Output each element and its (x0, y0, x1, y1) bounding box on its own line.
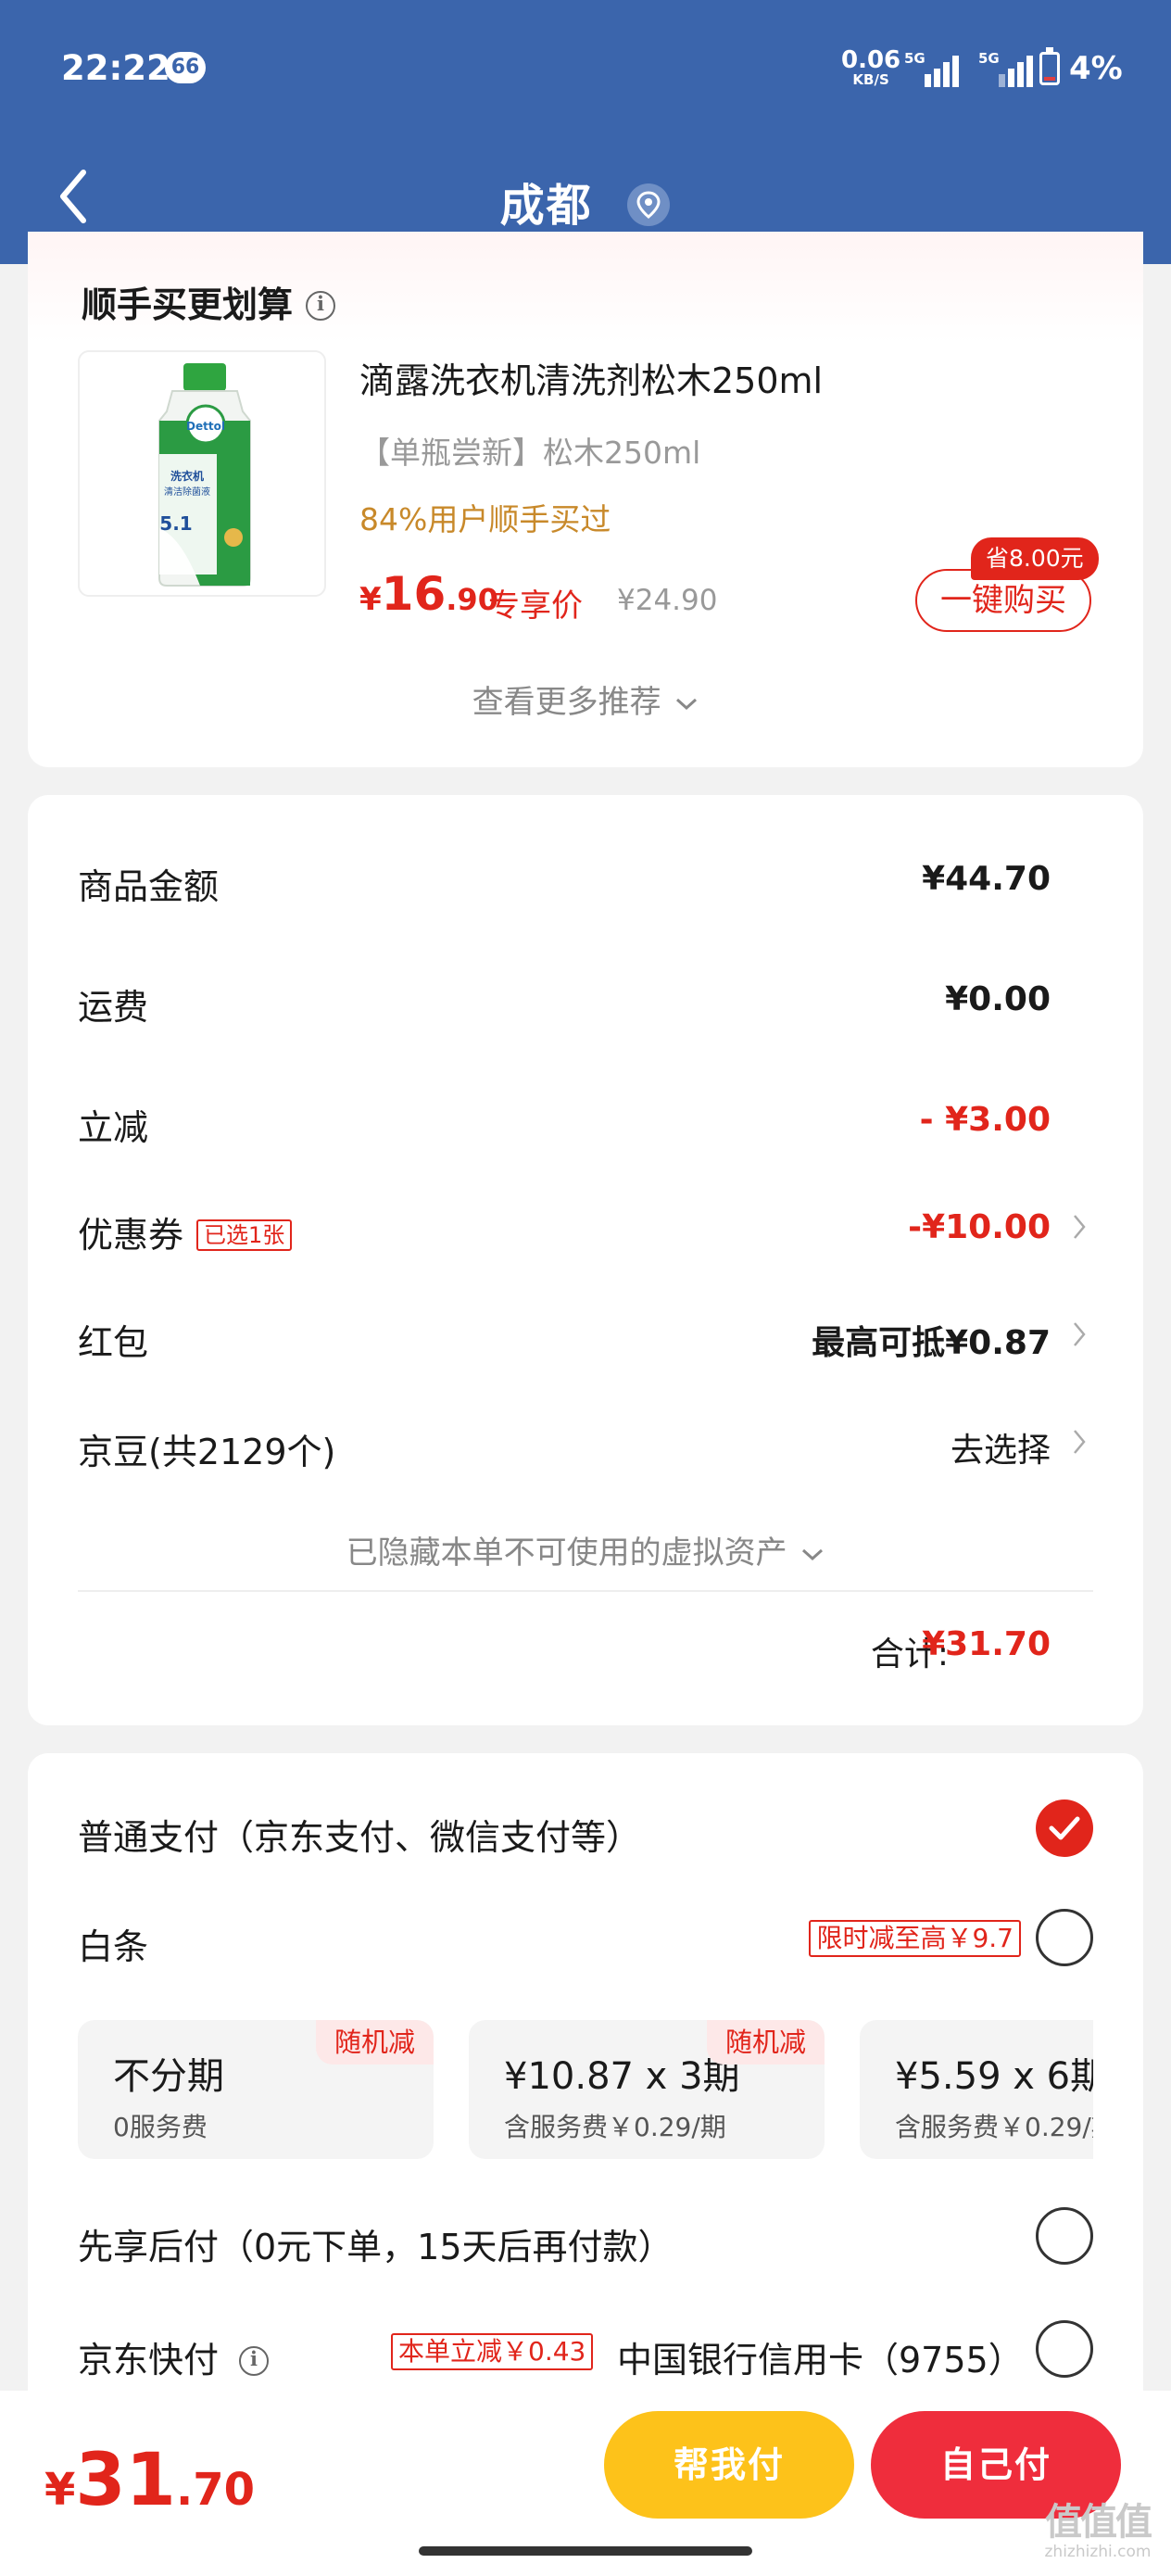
coupon-value[interactable]: -¥10.00 (908, 1208, 1051, 1246)
top-header: 22:22 66 0.06 KB/S 5G 5G 4% 成都 (0, 0, 1171, 264)
hidden-assets-label: 已隐藏本单不可使用的虚拟资产 (346, 1534, 787, 1572)
info-icon[interactable] (306, 290, 336, 321)
product-price: ¥16.90 (359, 567, 498, 621)
product-bottle-image: Dettol 洗衣机 清洁除菌液 5.1 (158, 363, 251, 587)
chevron-down-icon (802, 1548, 824, 1560)
jd-quick-pay-radio[interactable] (1036, 2320, 1093, 2378)
goods-amount-value: ¥44.70 (922, 860, 1051, 898)
recommend-section-title: 顺手买更划算 (82, 276, 336, 327)
signal-1-type: 5G (904, 50, 925, 67)
recommend-card: 顺手买更划算 Dettol 洗衣机 清洁除菌液 5.1 滴露洗衣机清洗剂松木25… (28, 232, 1143, 767)
chevron-right-icon[interactable] (1071, 1427, 1088, 1457)
save-badge: 省8.00元 (971, 537, 1099, 580)
product-image-subtext: 清洁除菌液 (164, 486, 210, 498)
city-name: 成都 (499, 180, 593, 232)
bottom-total-currency: ¥ (44, 2464, 76, 2516)
watermark-url: zhizhizhi.com (1044, 2543, 1152, 2561)
status-time: 22:22 (61, 48, 170, 88)
network-speed-unit: KB/S (852, 71, 889, 88)
jd-quick-pay-label: 京东快付 (78, 2340, 220, 2380)
watermark: 值值值 zhizhizhi.com (1028, 2502, 1167, 2561)
signal-2-type: 5G (978, 50, 1000, 67)
instant-discount-label: 立减 (78, 1107, 149, 1148)
product-image-text: 洗衣机 (170, 469, 204, 483)
installment-title: ¥10.87 x 3期 (504, 2055, 740, 2098)
price-integer: 16 (381, 567, 447, 621)
jd-beans-label: 京豆(共2129个) (78, 1432, 336, 1472)
jd-beans-value[interactable]: 去选择 (951, 1423, 1051, 1471)
coupon-selected-tag: 已选1张 (196, 1219, 293, 1251)
installment-sub: 含服务费￥0.29/期 (504, 2112, 726, 2142)
network-speed-value: 0.06 (841, 46, 901, 74)
instant-discount-value: - ¥3.00 (919, 1101, 1051, 1139)
battery-icon (1039, 47, 1060, 85)
page-title[interactable]: 成都 (0, 169, 1171, 234)
bank-card-label[interactable]: 中国银行信用卡（9755） (617, 2331, 1024, 2382)
pay-later-radio[interactable] (1036, 2207, 1093, 2265)
chevron-right-icon[interactable] (1071, 1320, 1088, 1349)
total-value: ¥31.70 (922, 1625, 1051, 1663)
more-recommendations-label: 查看更多推荐 (472, 684, 661, 721)
status-bar: 22:22 66 0.06 KB/S 5G 5G 4% (0, 0, 1171, 139)
bottom-total-price: ¥31.70 (44, 2439, 255, 2522)
red-packet-label: 红包 (78, 1322, 149, 1363)
notification-count-badge: 66 (165, 52, 206, 83)
jd-quick-promo-tag: 本单立减￥0.43 (391, 2333, 594, 2370)
goods-amount-label: 商品金额 (78, 866, 220, 907)
order-summary-card: 商品金额 ¥44.70 运费 ¥0.00 立减 - ¥3.00 优惠券 已选1张 … (28, 795, 1143, 1725)
product-image[interactable]: Dettol 洗衣机 清洁除菌液 5.1 (78, 350, 326, 597)
installment-sub: 0服务费 (113, 2112, 208, 2142)
chevron-down-icon (676, 698, 698, 710)
battery-percent: 4% (1069, 50, 1123, 87)
shipping-label: 运费 (78, 987, 149, 1028)
bottom-total-decimal: .70 (175, 2464, 255, 2516)
installment-option-none[interactable]: 不分期 0服务费 随机减 (78, 2020, 434, 2159)
price-currency: ¥ (359, 581, 382, 618)
home-indicator[interactable] (419, 2546, 752, 2556)
product-bought-rate: 84%用户顺手买过 (359, 501, 611, 537)
hidden-assets-toggle[interactable]: 已隐藏本单不可使用的虚拟资产 (28, 1527, 1143, 1572)
shipping-value: ¥0.00 (945, 980, 1051, 1018)
installment-title: 不分期 (113, 2055, 224, 2098)
info-icon[interactable] (239, 2345, 270, 2376)
product-image-badge: 5.1 (159, 512, 192, 535)
pay-later-label[interactable]: 先享后付（0元下单，15天后再付款） (78, 2218, 674, 2269)
random-discount-badge: 随机减 (706, 2020, 825, 2065)
divider (78, 1590, 1093, 1592)
jd-quick-pay-row[interactable]: 京东快付 (78, 2331, 270, 2382)
random-discount-badge: 随机减 (315, 2020, 434, 2065)
installment-scroller[interactable]: 不分期 0服务费 随机减 ¥10.87 x 3期 含服务费￥0.29/期 随机减… (78, 1753, 1093, 2179)
installment-option-6[interactable]: ¥5.59 x 6期 含服务费￥0.29/期 (860, 2020, 1093, 2159)
bottom-total-integer: 31 (75, 2439, 176, 2522)
watermark-logo: 值值值 (1045, 2501, 1152, 2544)
network-speed: 0.06 KB/S (841, 48, 900, 87)
location-pin-icon (627, 183, 671, 226)
coupon-label: 优惠券 (78, 1215, 184, 1256)
red-packet-value[interactable]: 最高可抵¥0.87 (812, 1316, 1051, 1364)
installment-sub: 含服务费￥0.29/期 (895, 2112, 1093, 2142)
recommend-title-text: 顺手买更划算 (82, 284, 294, 325)
installment-title: ¥5.59 x 6期 (895, 2055, 1093, 2098)
bottom-pay-bar: ¥31.70 帮我付 自己付 值值值 zhizhizhi.com (0, 2391, 1171, 2576)
product-spec: 【单瓶尝新】松木250ml (359, 435, 701, 471)
original-price: ¥24.90 (617, 584, 718, 617)
product-image-brand: Dettol (186, 420, 225, 433)
product-name[interactable]: 滴露洗衣机清洗剂松木250ml (359, 352, 823, 403)
exclusive-price-tag: 专享价 (488, 587, 583, 625)
installment-option-3[interactable]: ¥10.87 x 3期 含服务费￥0.29/期 随机减 (469, 2020, 825, 2159)
chevron-right-icon[interactable] (1071, 1212, 1088, 1242)
coupon-row[interactable]: 优惠券 已选1张 (78, 1206, 293, 1257)
help-me-pay-button[interactable]: 帮我付 (604, 2411, 854, 2519)
more-recommendations-link[interactable]: 查看更多推荐 (28, 676, 1143, 722)
